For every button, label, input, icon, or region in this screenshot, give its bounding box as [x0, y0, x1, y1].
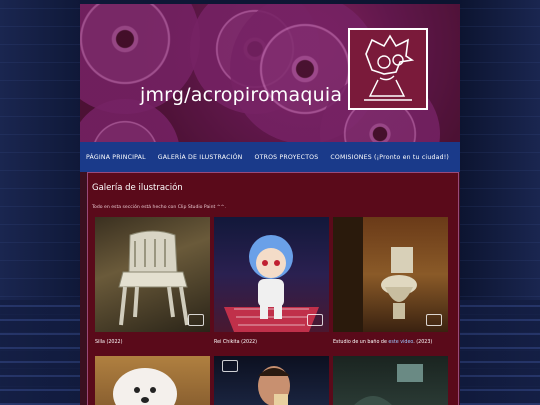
nav-item-other-projects[interactable]: OTROS PROYECTOS [255, 154, 319, 161]
signature-mark [307, 314, 323, 326]
header-banner: jmrg/acropiromaquia [80, 4, 460, 142]
signature-mark [426, 314, 442, 326]
dog-illustration [113, 368, 177, 405]
signature-mark [222, 360, 238, 372]
nav-item-gallery[interactable]: GALERÍA DE ILUSTRACIÓN [158, 154, 243, 161]
logo-avatar [348, 28, 428, 110]
site-title: jmrg/acropiromaquia [140, 84, 343, 106]
caption-silla: Silla (2022) [95, 340, 123, 345]
gallery-section: Galería de ilustración Todo en esta secc… [87, 172, 459, 405]
gallery-description: Todo en esta sección está hecho con Clip… [92, 205, 226, 210]
background-pattern-left [0, 300, 80, 405]
caption-bathroom: Estudio de un baño de este video. (2023) [333, 340, 433, 345]
gallery-thumb-dog[interactable] [95, 356, 210, 405]
page-container: jmrg/acropiromaquia PÁGINA PRINCIPAL GAL… [80, 4, 460, 405]
gallery-thumb-portrait[interactable] [214, 356, 329, 405]
caption-rei: Rei Chikita (2022) [214, 340, 258, 345]
nav-item-commissions[interactable]: COMISIONES (¡Pronto en tu ciudad!) [330, 154, 449, 161]
main-nav: PÁGINA PRINCIPAL GALERÍA DE ILUSTRACIÓN … [80, 142, 460, 172]
background-pattern-right [460, 300, 540, 405]
signature-mark [188, 314, 204, 326]
gallery-thumb-rei[interactable] [214, 217, 329, 332]
video-link[interactable]: este video [388, 340, 413, 345]
scene-illustration [354, 364, 423, 405]
gallery-thumb-bathroom[interactable] [333, 217, 448, 332]
gallery-thumb-scene[interactable] [333, 356, 448, 405]
gallery-thumb-silla[interactable] [95, 217, 210, 332]
page-title: Galería de ilustración [92, 183, 183, 193]
nav-item-home[interactable]: PÁGINA PRINCIPAL [86, 154, 146, 161]
